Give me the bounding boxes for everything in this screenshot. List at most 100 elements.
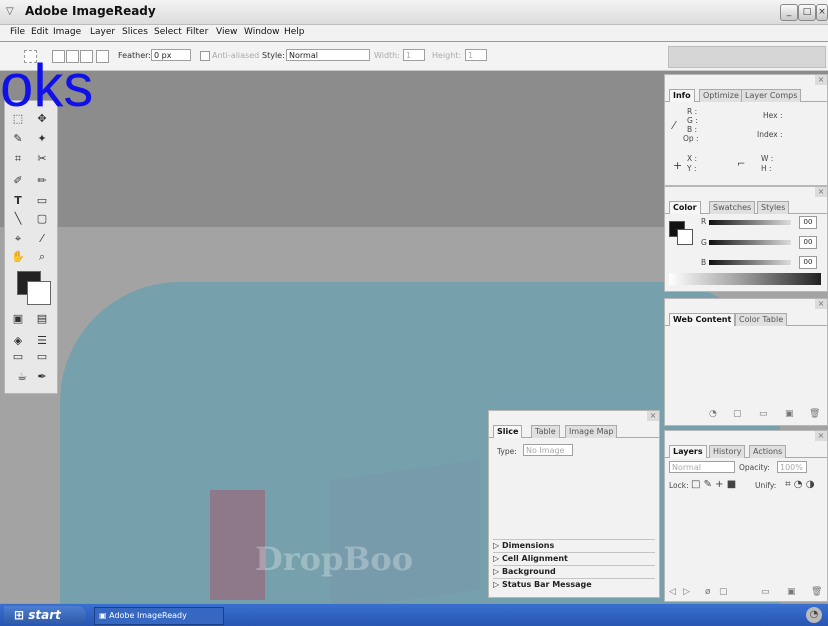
menu-filter[interactable]: Filter bbox=[186, 27, 208, 37]
duplicate-icon[interactable]: ▭ bbox=[759, 409, 768, 419]
previous-frame-icon[interactable]: ◁ bbox=[669, 587, 676, 597]
taskbar-item-imageready[interactable]: ▣ Adobe ImageReady bbox=[94, 607, 224, 625]
trash-icon[interactable]: 🗑 bbox=[809, 409, 820, 419]
slice-icon[interactable]: ✂ bbox=[33, 151, 51, 167]
tab-slice[interactable]: Slice bbox=[493, 425, 523, 438]
unify-label: Unify: bbox=[755, 481, 777, 490]
preview-browser-icon[interactable]: ☕ bbox=[13, 369, 31, 385]
color-ramp[interactable] bbox=[669, 273, 821, 285]
close-icon[interactable]: × bbox=[647, 411, 659, 421]
jump-to-photoshop-icon[interactable]: ✒ bbox=[33, 369, 51, 385]
new-layer-icon[interactable]: ▭ bbox=[761, 587, 770, 597]
section-dimensions[interactable]: ▷ Dimensions bbox=[493, 539, 655, 552]
blend-mode-select[interactable]: Normal bbox=[669, 461, 735, 473]
system-tray-icon[interactable]: ◔ bbox=[806, 607, 822, 623]
menu-layer[interactable]: Layer bbox=[90, 27, 115, 37]
tab-web-content[interactable]: Web Content bbox=[669, 313, 736, 326]
opacity-input[interactable]: 100% bbox=[777, 461, 807, 473]
channel-r-slider[interactable] bbox=[709, 220, 791, 225]
tab-swatches[interactable]: Swatches bbox=[709, 201, 756, 214]
web-content-palette: × Web Content Color Table ◔ ▢ ▭ ▣ 🗑 bbox=[664, 298, 828, 426]
intersect-selection-icon[interactable] bbox=[96, 50, 109, 63]
tab-layer-comps[interactable]: Layer Comps bbox=[741, 89, 802, 102]
next-frame-icon[interactable]: ▷ bbox=[683, 587, 690, 597]
unify-icons[interactable]: ⌗ ◔ ◑ bbox=[785, 479, 814, 490]
menu-view[interactable]: View bbox=[216, 27, 237, 37]
tab-styles[interactable]: Styles bbox=[757, 201, 790, 214]
new-group-icon[interactable]: ▢ bbox=[719, 587, 728, 597]
tab-layers[interactable]: Layers bbox=[669, 445, 707, 458]
close-icon[interactable]: × bbox=[815, 187, 827, 197]
magic-wand-icon[interactable]: ✦ bbox=[33, 131, 51, 147]
line-icon[interactable]: ╲ bbox=[9, 211, 27, 227]
width-input[interactable]: 1 bbox=[403, 49, 425, 61]
close-icon[interactable]: × bbox=[815, 75, 827, 85]
zoom-icon[interactable]: ⌕ bbox=[33, 249, 51, 265]
info-x: X : bbox=[687, 154, 698, 163]
color-background-swatch[interactable] bbox=[677, 229, 693, 245]
channel-g-slider[interactable] bbox=[709, 240, 791, 245]
lock-icons[interactable]: □ ✎ + ■ bbox=[691, 479, 736, 490]
delete-layer-icon[interactable]: 🗑 bbox=[811, 587, 822, 597]
menu-file[interactable]: File bbox=[10, 27, 25, 37]
slice-type-select[interactable]: No Image bbox=[523, 444, 573, 456]
section-status-bar-message[interactable]: ▷ Status Bar Message bbox=[493, 578, 655, 591]
type-icon[interactable]: T bbox=[9, 193, 27, 209]
maximize-button[interactable]: □ bbox=[798, 4, 816, 21]
menu-edit[interactable]: Edit bbox=[31, 27, 48, 37]
tab-history[interactable]: History bbox=[709, 445, 746, 458]
rollover-icon[interactable]: ◔ bbox=[709, 409, 717, 419]
channel-r-value[interactable]: 00 bbox=[799, 216, 817, 229]
menu-slices[interactable]: Slices bbox=[122, 27, 148, 37]
height-input[interactable]: 1 bbox=[465, 49, 487, 61]
new-fill-icon[interactable]: ▣ bbox=[787, 587, 796, 597]
rollover-preview-icon[interactable]: ☰ bbox=[33, 333, 51, 349]
lasso-icon[interactable]: ✎ bbox=[9, 131, 27, 147]
info-g: G : bbox=[687, 116, 698, 125]
imageready-task-icon: ▣ bbox=[99, 611, 107, 620]
anti-alias-checkbox[interactable] bbox=[200, 51, 210, 61]
background-color-swatch[interactable] bbox=[27, 281, 51, 305]
section-cell-alignment[interactable]: ▷ Cell Alignment bbox=[493, 552, 655, 565]
rectangle-icon[interactable]: ▭ bbox=[33, 193, 51, 209]
menu-select[interactable]: Select bbox=[154, 27, 182, 37]
close-icon[interactable]: × bbox=[815, 431, 827, 441]
hand-icon[interactable]: ✋ bbox=[9, 249, 27, 265]
tab-color-table[interactable]: Color Table bbox=[735, 313, 788, 326]
new-item-icon[interactable]: ▣ bbox=[785, 409, 794, 419]
tab-color[interactable]: Color bbox=[669, 201, 701, 214]
section-background[interactable]: ▷ Background bbox=[493, 565, 655, 578]
hide-slices-icon[interactable]: ▣ bbox=[9, 311, 27, 327]
tab-info[interactable]: Info bbox=[669, 89, 695, 102]
style-select[interactable]: Normal bbox=[286, 49, 370, 61]
eyedropper-icon[interactable]: ⁄ bbox=[33, 231, 51, 247]
channel-g-value[interactable]: 00 bbox=[799, 236, 817, 249]
close-button[interactable]: × bbox=[816, 4, 828, 21]
full-screen-icon[interactable]: ▭ bbox=[33, 349, 51, 365]
channel-b-value[interactable]: 00 bbox=[799, 256, 817, 269]
tab-image-map[interactable]: Image Map bbox=[565, 425, 618, 438]
menu-window[interactable]: Window bbox=[244, 27, 280, 37]
new-rollover-icon[interactable]: ▢ bbox=[733, 409, 742, 419]
minimize-button[interactable]: _ bbox=[780, 4, 798, 21]
channel-b-slider[interactable] bbox=[709, 260, 791, 265]
layers-palette: × Layers History Actions Normal Opacity:… bbox=[664, 430, 828, 602]
palette-well[interactable] bbox=[668, 46, 826, 68]
slice-visibility-icon[interactable]: ▤ bbox=[33, 311, 51, 327]
menu-help[interactable]: Help bbox=[284, 27, 305, 37]
menu-image[interactable]: Image bbox=[53, 27, 81, 37]
close-icon[interactable]: × bbox=[815, 299, 827, 309]
tab-table[interactable]: Table bbox=[531, 425, 560, 438]
brush-icon[interactable]: ✐ bbox=[9, 173, 27, 189]
shape-icon[interactable]: ▢ bbox=[33, 211, 51, 227]
tab-optimize[interactable]: Optimize bbox=[699, 89, 743, 102]
tab-actions[interactable]: Actions bbox=[749, 445, 787, 458]
image-map-icon[interactable]: ⌖ bbox=[9, 231, 27, 247]
pencil-icon[interactable]: ✏ bbox=[33, 173, 51, 189]
screen-mode-icon[interactable]: ▭ bbox=[9, 349, 27, 365]
image-map-visibility-icon[interactable]: ◈ bbox=[9, 333, 27, 349]
crop-icon[interactable]: ⌗ bbox=[9, 151, 27, 167]
layer-effect-icon[interactable]: ø bbox=[705, 587, 711, 597]
feather-input[interactable]: 0 px bbox=[151, 49, 191, 61]
start-button[interactable]: ⊞ start bbox=[4, 606, 86, 624]
